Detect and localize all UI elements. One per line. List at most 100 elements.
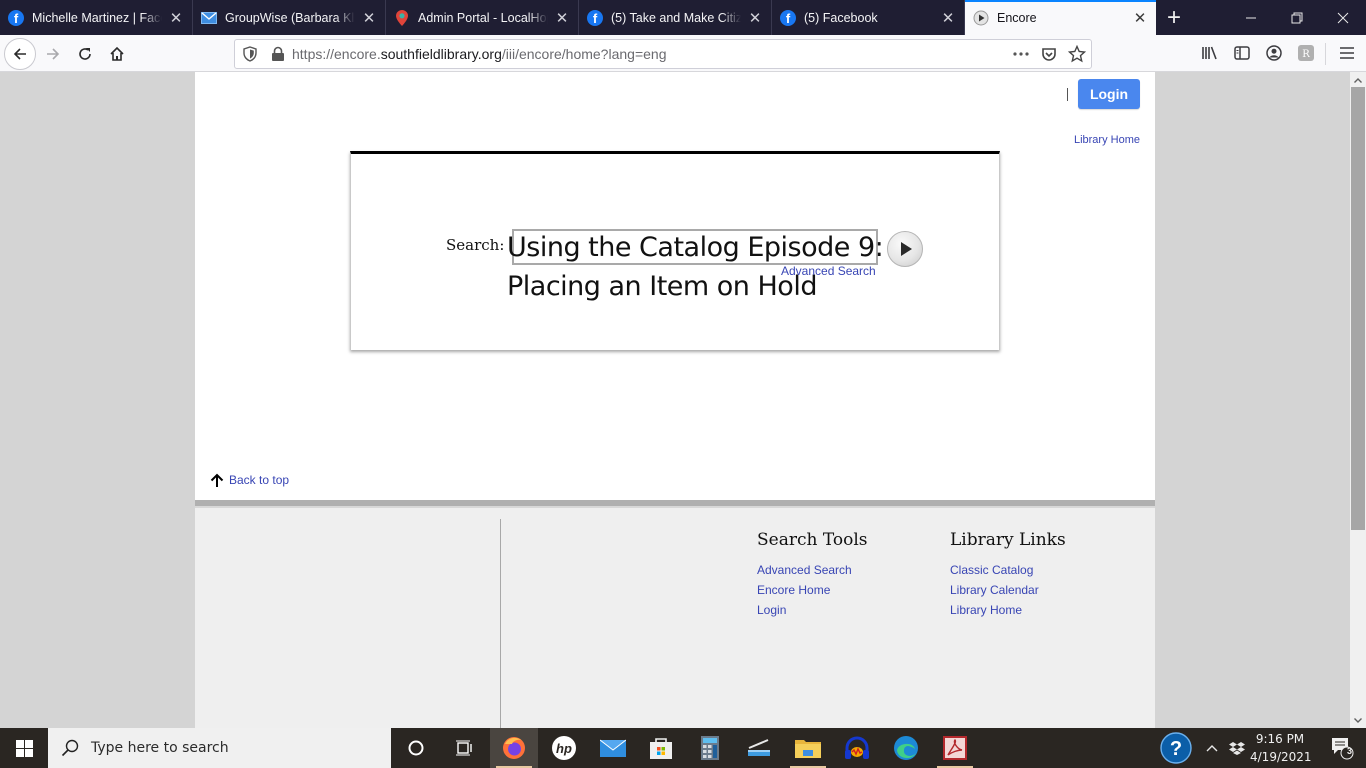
taskbar-firefox[interactable]	[490, 728, 538, 768]
tab-encore[interactable]: Encore ✕	[965, 0, 1156, 35]
taskbar-mail[interactable]	[589, 728, 637, 768]
page-viewport: Login Library Home Search: Using the Cat…	[0, 72, 1350, 728]
taskbar-edge[interactable]	[882, 728, 930, 768]
footer-heading: Search Tools	[757, 530, 868, 550]
clock-date: 4/19/2021	[1250, 750, 1312, 764]
task-view-icon	[456, 740, 472, 756]
arrow-left-icon	[13, 48, 26, 60]
extension-icon[interactable]: R	[1294, 41, 1318, 65]
restore-button[interactable]	[1274, 0, 1320, 35]
taskbar-search-box[interactable]: Type here to search	[48, 728, 391, 768]
advanced-search-link[interactable]: Advanced Search	[781, 264, 876, 278]
footer-link-login[interactable]: Login	[757, 600, 868, 620]
edge-icon	[894, 736, 918, 760]
back-button[interactable]	[4, 38, 36, 70]
facebook-icon: f	[780, 9, 796, 26]
facebook-icon: f	[8, 9, 24, 26]
bookmark-star-icon[interactable]	[1065, 42, 1089, 66]
account-icon[interactable]	[1262, 41, 1286, 65]
address-bar[interactable]: https://encore.southfieldlibrary.org/iii…	[234, 39, 1092, 69]
task-view-button[interactable]	[440, 728, 488, 768]
minimize-button[interactable]	[1228, 0, 1274, 35]
tab-michelle-martinez[interactable]: f Michelle Martinez | Facebook ✕	[0, 0, 193, 35]
reload-button[interactable]	[69, 38, 101, 70]
footer-search-tools: Search Tools Advanced Search Encore Home…	[757, 530, 868, 620]
footer-heading: Library Links	[950, 530, 1066, 550]
close-tab-icon[interactable]: ✕	[361, 10, 377, 27]
svg-text:R: R	[1302, 49, 1310, 60]
system-clock[interactable]: 9:16 PM 4/19/2021	[1250, 730, 1312, 766]
folder-icon	[795, 740, 821, 758]
back-to-top-link[interactable]: Back to top	[210, 473, 289, 487]
start-button[interactable]	[0, 728, 48, 768]
action-center-button[interactable]: 3	[1318, 728, 1366, 768]
help-tray-button[interactable]: ?	[1152, 728, 1200, 768]
taskbar-file-explorer[interactable]	[784, 728, 832, 768]
footer-library-links: Library Links Classic Catalog Library Ca…	[950, 530, 1066, 620]
close-window-button[interactable]	[1320, 0, 1366, 35]
tab-take-and-make[interactable]: f (5) Take and Make Citizen ✕	[579, 0, 772, 35]
tab-admin-portal[interactable]: Admin Portal - LocalHop ✕	[386, 0, 579, 35]
store-icon	[650, 738, 672, 759]
navigation-toolbar: https://encore.southfieldlibrary.org/iii…	[0, 35, 1366, 72]
scroll-down-button[interactable]	[1350, 712, 1366, 728]
close-tab-icon[interactable]: ✕	[1132, 10, 1148, 27]
close-icon	[1337, 12, 1349, 23]
tab-facebook[interactable]: f (5) Facebook ✕	[772, 0, 965, 35]
notification-count: 3	[1347, 746, 1353, 756]
close-tab-icon[interactable]: ✕	[940, 10, 956, 27]
taskbar-audio-app[interactable]	[833, 728, 881, 768]
library-icon[interactable]	[1198, 41, 1222, 65]
close-tab-icon[interactable]: ✕	[747, 10, 763, 27]
menu-icon[interactable]	[1335, 41, 1359, 65]
vertical-scrollbar[interactable]	[1350, 72, 1366, 728]
scanner-icon	[748, 739, 770, 756]
text-cursor	[1067, 88, 1068, 101]
dropbox-tray-button[interactable]	[1224, 728, 1250, 768]
back-to-top-label: Back to top	[229, 473, 290, 487]
show-hidden-icons-button[interactable]	[1200, 728, 1224, 768]
cortana-icon	[408, 740, 424, 756]
taskbar-store[interactable]	[637, 728, 685, 768]
lock-icon[interactable]	[271, 46, 285, 65]
windows-taskbar: Type here to search hp ? 9:16 PM 4/19/20…	[0, 728, 1366, 768]
taskbar-acrobat[interactable]	[931, 728, 979, 768]
taskbar-scanner[interactable]	[735, 728, 783, 768]
tracking-protection-icon[interactable]	[242, 46, 258, 65]
svg-text:?: ?	[1170, 738, 1182, 760]
footer-link-library-home[interactable]: Library Home	[950, 600, 1066, 620]
footer-divider	[500, 519, 501, 728]
footer-link-classic-catalog[interactable]: Classic Catalog	[950, 560, 1066, 580]
cortana-button[interactable]	[392, 728, 440, 768]
svg-text:hp: hp	[556, 741, 572, 756]
tab-groupwise[interactable]: GroupWise (Barbara Klimek) ✕	[193, 0, 386, 35]
home-button[interactable]	[101, 38, 133, 70]
calculator-icon	[701, 736, 719, 760]
restore-icon	[1291, 12, 1303, 23]
windows-logo-icon	[15, 739, 33, 757]
library-home-link[interactable]: Library Home	[1074, 134, 1140, 146]
close-tab-icon[interactable]: ✕	[168, 10, 184, 27]
new-tab-button[interactable]: +	[1156, 0, 1192, 35]
url-text[interactable]: https://encore.southfieldlibrary.org/iii…	[292, 46, 666, 62]
footer-link-library-calendar[interactable]: Library Calendar	[950, 580, 1066, 600]
taskbar-calculator[interactable]	[686, 728, 734, 768]
page-actions-icon[interactable]	[1009, 42, 1033, 66]
login-button[interactable]: Login	[1078, 79, 1140, 109]
footer-link-advanced-search[interactable]: Advanced Search	[757, 560, 868, 580]
home-icon	[110, 46, 124, 61]
search-panel: Search: Using the Catalog Episode 9: Pla…	[350, 151, 1000, 350]
pocket-icon[interactable]	[1037, 42, 1061, 66]
search-submit-button[interactable]	[887, 231, 923, 267]
scrollbar-thumb[interactable]	[1351, 87, 1365, 530]
arrow-right-icon	[47, 48, 60, 60]
toolbar-divider	[1325, 43, 1326, 65]
close-tab-icon[interactable]: ✕	[554, 10, 570, 27]
search-icon	[61, 739, 79, 757]
footer-link-encore-home[interactable]: Encore Home	[757, 580, 868, 600]
scroll-up-button[interactable]	[1350, 72, 1366, 88]
forward-button[interactable]	[37, 38, 69, 70]
headphones-icon	[845, 736, 869, 759]
taskbar-hp[interactable]: hp	[540, 728, 588, 768]
sidebar-icon[interactable]	[1230, 41, 1254, 65]
